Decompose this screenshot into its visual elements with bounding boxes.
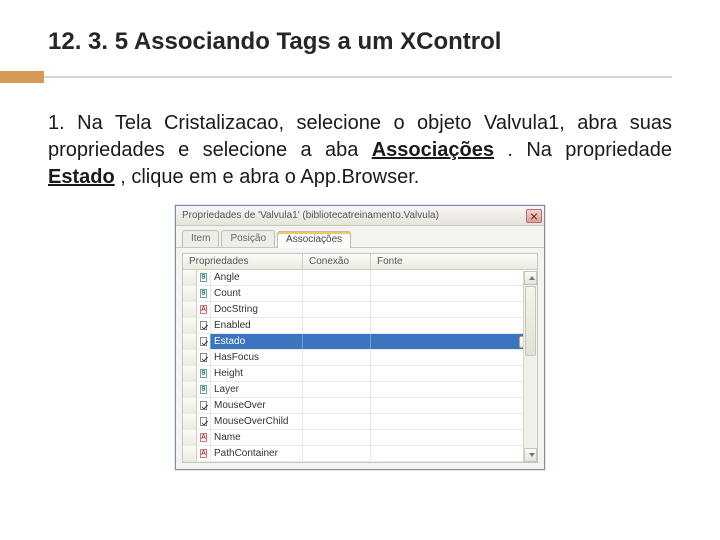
tab-posicao[interactable]: Posição — [221, 230, 275, 247]
tabstrip: Item Posição Associações — [176, 226, 544, 248]
source-cell[interactable] — [371, 302, 537, 317]
type-icon: 9 — [197, 286, 211, 301]
property-name: Estado — [211, 334, 303, 349]
source-cell[interactable] — [371, 350, 537, 365]
source-cell[interactable]: … — [371, 334, 537, 349]
property-row[interactable]: ADocString — [183, 302, 537, 318]
para-assoc: Associações — [372, 139, 494, 161]
property-name: Count — [211, 286, 303, 301]
property-row[interactable]: 9Height — [183, 366, 537, 382]
type-icon: A — [197, 430, 211, 445]
source-cell[interactable] — [371, 286, 537, 301]
connection-cell[interactable] — [303, 318, 371, 333]
properties-dialog: Propriedades de 'Valvula1' (bibliotecatr… — [175, 205, 545, 470]
para-estado: Estado — [48, 166, 115, 188]
type-icon — [197, 414, 211, 429]
connection-cell[interactable] — [303, 382, 371, 397]
connection-cell[interactable] — [303, 286, 371, 301]
row-header — [183, 270, 197, 285]
col-conexao[interactable]: Conexão — [303, 254, 371, 269]
vertical-scrollbar[interactable] — [523, 271, 537, 462]
row-header — [183, 366, 197, 381]
type-icon — [197, 398, 211, 413]
property-name: DocString — [211, 302, 303, 317]
connection-cell[interactable] — [303, 446, 371, 461]
property-name: Layer — [211, 382, 303, 397]
row-header — [183, 286, 197, 301]
row-header — [183, 382, 197, 397]
close-icon[interactable] — [526, 209, 542, 223]
connection-cell[interactable] — [303, 366, 371, 381]
type-icon — [197, 334, 211, 349]
property-name: Height — [211, 366, 303, 381]
property-name: MouseOverChild — [211, 414, 303, 429]
property-row[interactable]: 9Layer — [183, 382, 537, 398]
property-row[interactable]: MouseOver — [183, 398, 537, 414]
source-cell[interactable] — [371, 270, 537, 285]
type-icon: A — [197, 446, 211, 461]
dialog-titlebar[interactable]: Propriedades de 'Valvula1' (bibliotecatr… — [176, 206, 544, 226]
property-name: PathContainer — [211, 446, 303, 461]
property-name: Name — [211, 430, 303, 445]
source-cell[interactable] — [371, 318, 537, 333]
source-cell[interactable] — [371, 414, 537, 429]
properties-grid: Propriedades Conexão Fonte 9Angle9CountA… — [182, 253, 538, 463]
source-cell[interactable] — [371, 366, 537, 381]
property-name: Angle — [211, 270, 303, 285]
source-cell[interactable] — [371, 446, 537, 461]
source-cell[interactable] — [371, 398, 537, 413]
scroll-thumb[interactable] — [525, 286, 536, 356]
connection-cell[interactable] — [303, 430, 371, 445]
section-heading: 12. 3. 5 Associando Tags a um XControl — [48, 28, 672, 56]
property-row[interactable]: APathContainer — [183, 446, 537, 462]
connection-cell[interactable] — [303, 414, 371, 429]
scroll-up-icon[interactable] — [524, 271, 537, 285]
source-cell[interactable] — [371, 382, 537, 397]
scroll-down-icon[interactable] — [524, 448, 537, 462]
heading-rule — [0, 70, 720, 84]
tab-associacoes[interactable]: Associações — [277, 231, 351, 248]
type-icon: 9 — [197, 366, 211, 381]
col-fonte[interactable]: Fonte — [371, 254, 537, 269]
type-icon — [197, 350, 211, 365]
property-name: MouseOver — [211, 398, 303, 413]
property-row[interactable]: 9Count — [183, 286, 537, 302]
property-row[interactable]: MouseOverChild — [183, 414, 537, 430]
connection-cell[interactable] — [303, 334, 371, 349]
grid-header: Propriedades Conexão Fonte — [183, 254, 537, 270]
row-header — [183, 318, 197, 333]
property-row[interactable]: 9Angle — [183, 270, 537, 286]
property-row[interactable]: AName — [183, 430, 537, 446]
type-icon: 9 — [197, 382, 211, 397]
property-row[interactable]: Enabled — [183, 318, 537, 334]
connection-cell[interactable] — [303, 350, 371, 365]
type-icon: 9 — [197, 270, 211, 285]
row-header — [183, 334, 197, 349]
row-header — [183, 414, 197, 429]
row-header — [183, 446, 197, 461]
row-header — [183, 350, 197, 365]
connection-cell[interactable] — [303, 398, 371, 413]
connection-cell[interactable] — [303, 302, 371, 317]
type-icon — [197, 318, 211, 333]
type-icon: A — [197, 302, 211, 317]
instruction-paragraph: 1. Na Tela Cristalizacao, selecione o ob… — [48, 110, 672, 191]
property-row[interactable]: Estado … — [183, 334, 537, 350]
property-name: HasFocus — [211, 350, 303, 365]
row-header — [183, 430, 197, 445]
para-part: . Na propriedade — [507, 139, 672, 161]
property-name: Enabled — [211, 318, 303, 333]
connection-cell[interactable] — [303, 270, 371, 285]
row-header — [183, 302, 197, 317]
row-header — [183, 398, 197, 413]
col-propriedades[interactable]: Propriedades — [183, 254, 303, 269]
property-row[interactable]: HasFocus — [183, 350, 537, 366]
dialog-title: Propriedades de 'Valvula1' (bibliotecatr… — [182, 210, 526, 221]
tab-item[interactable]: Item — [182, 230, 219, 247]
source-cell[interactable] — [371, 430, 537, 445]
para-part: , clique em e abra o App.Browser. — [120, 166, 419, 188]
